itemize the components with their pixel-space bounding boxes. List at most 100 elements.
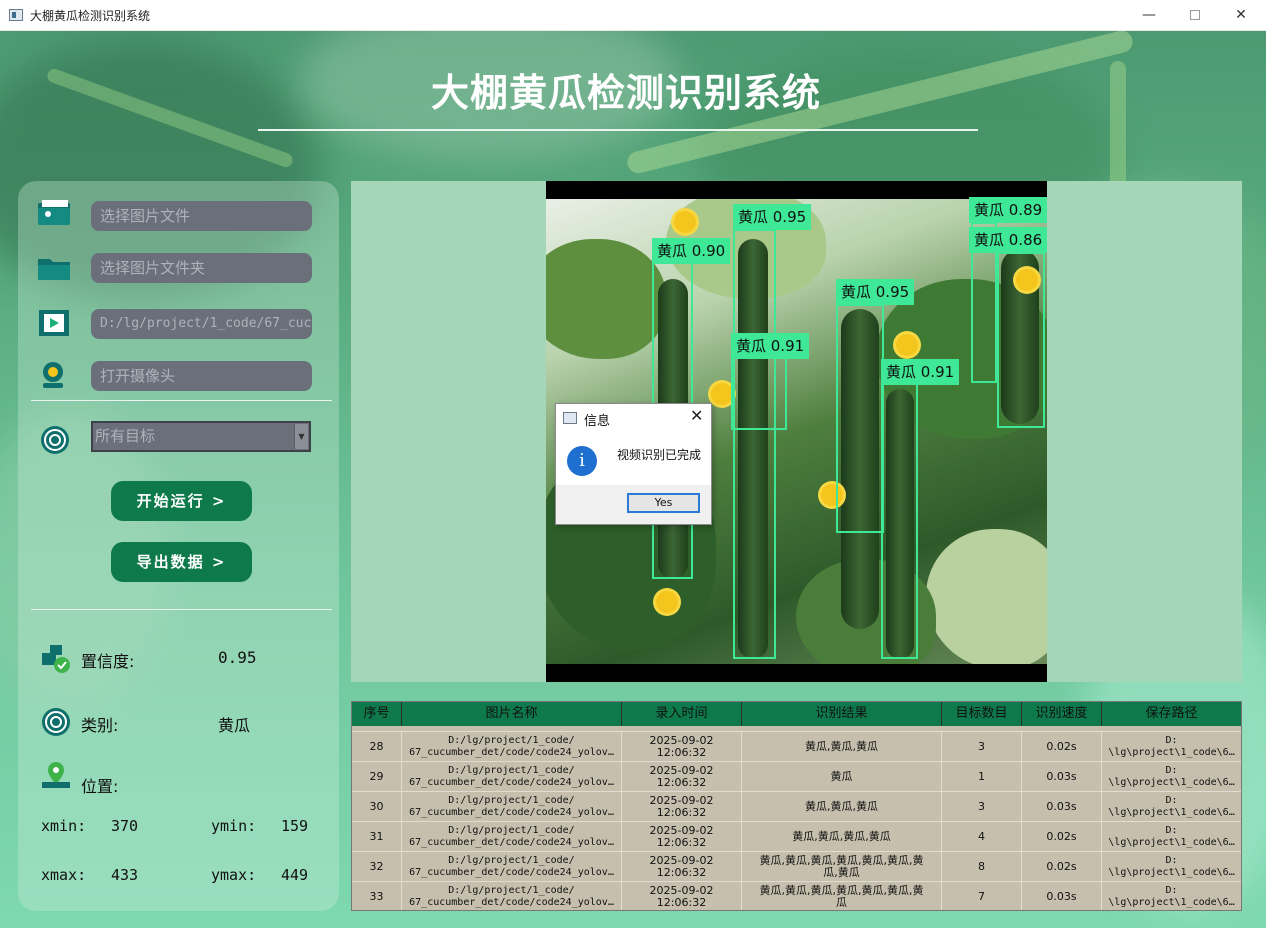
column-header[interactable]: 图片名称 (402, 702, 622, 726)
table-row[interactable]: 30 D:/lg/project/1_code/ 67_cucumber_det… (352, 791, 1241, 822)
image-folder-input[interactable]: 选择图片文件夹 (91, 253, 312, 283)
window-title: 大棚黄瓜检测识别系统 (30, 9, 151, 23)
cell-time: 2025-09-02 12:06:32 (622, 822, 742, 852)
xmax-value: 433 (111, 866, 139, 884)
app-title: 大棚黄瓜检测识别系统 (430, 71, 821, 115)
dialog-title: 信息 (584, 414, 611, 429)
results-table[interactable]: 序号 图片名称 录入时间 识别结果 目标数目 识别速度 保存路径 28 D:/l… (351, 701, 1242, 911)
cell-result: 黄瓜,黄瓜,黄瓜,黄瓜,黄瓜,黄瓜,黄 瓜 (742, 882, 942, 910)
cell-id: 30 (352, 792, 402, 822)
location-pin-icon (42, 762, 70, 788)
class-label: 类别: (81, 716, 119, 735)
maximize-icon (1190, 10, 1200, 20)
cell-count: 3 (942, 732, 1022, 762)
detection-label: 黄瓜 0.95 (733, 204, 812, 230)
detection-label: 黄瓜 0.86 (969, 227, 1048, 253)
folder-icon[interactable] (36, 253, 72, 283)
detection-label: 黄瓜 0.95 (836, 279, 915, 305)
column-header[interactable]: 识别结果 (742, 702, 942, 726)
table-header: 序号 图片名称 录入时间 识别结果 目标数目 识别速度 保存路径 (352, 702, 1241, 726)
close-icon[interactable]: ✕ (690, 406, 703, 425)
yes-button[interactable]: Yes (627, 493, 700, 513)
panel-divider (31, 400, 332, 401)
cell-speed: 0.03s (1022, 762, 1102, 792)
cell-speed: 0.02s (1022, 732, 1102, 762)
cell-time: 2025-09-02 12:06:32 (622, 882, 742, 910)
minimize-button[interactable]: — (1126, 0, 1172, 31)
cell-name: D:/lg/project/1_code/ 67_cucumber_det/co… (402, 762, 622, 792)
table-row[interactable]: 29 D:/lg/project/1_code/ 67_cucumber_det… (352, 761, 1241, 792)
detection-box (881, 383, 918, 659)
dialog-window-icon (563, 412, 577, 424)
export-button[interactable]: 导出数据 > (111, 542, 252, 582)
close-window-button[interactable]: ✕ (1218, 0, 1264, 31)
table-row[interactable]: 33 D:/lg/project/1_code/ 67_cucumber_det… (352, 881, 1241, 910)
cell-speed: 0.03s (1022, 882, 1102, 910)
camera-icon[interactable] (38, 360, 68, 390)
window-titlebar: 大棚黄瓜检测识别系统 — ✕ (0, 0, 1266, 31)
cell-result: 黄瓜,黄瓜,黄瓜,黄瓜 (742, 822, 942, 852)
detection-box (997, 252, 1045, 428)
class-icon (42, 708, 70, 736)
dialog-message: 视频识别已完成 (617, 448, 702, 462)
cell-speed: 0.02s (1022, 822, 1102, 852)
video-icon[interactable] (38, 309, 70, 337)
cell-path: D: \lg\project\1_code\6… (1108, 855, 1235, 878)
cell-name: D:/lg/project/1_code/ 67_cucumber_det/co… (402, 732, 622, 762)
cell-path: D: \lg\project\1_code\6… (1108, 885, 1235, 908)
target-select-value: 所有目标 (95, 427, 156, 445)
position-label: 位置: (81, 777, 119, 796)
title-divider (258, 129, 978, 131)
info-dialog: 信息 ✕ i 视频识别已完成 Yes (555, 403, 712, 525)
cell-time: 2025-09-02 12:06:32 (622, 732, 742, 762)
table-row[interactable]: 32 D:/lg/project/1_code/ 67_cucumber_det… (352, 851, 1241, 882)
detection-label: 黄瓜 0.91 (731, 333, 810, 359)
class-value: 黄瓜 (218, 716, 251, 735)
xmax-label: xmax: (41, 866, 87, 884)
confidence-icon (42, 645, 70, 673)
image-file-icon[interactable] (36, 199, 72, 229)
table-row[interactable]: 28 D:/lg/project/1_code/ 67_cucumber_det… (352, 731, 1241, 762)
camera-input[interactable]: 打开摄像头 (91, 361, 312, 391)
cell-id: 31 (352, 822, 402, 852)
info-icon: i (567, 446, 597, 476)
cell-id: 33 (352, 882, 402, 910)
confidence-label: 置信度: (81, 652, 135, 671)
cell-count: 7 (942, 882, 1022, 910)
video-file-input[interactable]: D:/lg/project/1_code/67_cuc (91, 309, 312, 339)
cell-speed: 0.02s (1022, 852, 1102, 882)
cell-path: D: \lg\project\1_code\6… (1108, 825, 1235, 848)
cell-result: 黄瓜 (742, 762, 942, 792)
column-header[interactable]: 保存路径 (1102, 702, 1241, 726)
maximize-button[interactable] (1172, 0, 1218, 31)
ymax-value: 449 (281, 866, 309, 884)
cell-name: D:/lg/project/1_code/ 67_cucumber_det/co… (402, 852, 622, 882)
column-header[interactable]: 录入时间 (622, 702, 742, 726)
column-header[interactable]: 目标数目 (942, 702, 1022, 726)
chevron-down-icon[interactable]: ▼ (294, 424, 308, 449)
cell-id: 29 (352, 762, 402, 792)
xmin-value: 370 (111, 817, 139, 835)
cell-result: 黄瓜,黄瓜,黄瓜,黄瓜,黄瓜,黄瓜,黄 瓜,黄瓜 (742, 852, 942, 882)
start-button[interactable]: 开始运行 > (111, 481, 252, 521)
column-header[interactable]: 序号 (352, 702, 402, 726)
cell-path: D: \lg\project\1_code\6… (1108, 795, 1235, 818)
cell-path: D: \lg\project\1_code\6… (1108, 735, 1235, 758)
target-select[interactable]: 所有目标 ▼ (91, 421, 311, 452)
detection-box (733, 229, 776, 659)
table-row[interactable]: 31 D:/lg/project/1_code/ 67_cucumber_det… (352, 821, 1241, 852)
detection-label: 黄瓜 0.89 (969, 197, 1048, 223)
cell-time: 2025-09-02 12:06:32 (622, 852, 742, 882)
cell-count: 8 (942, 852, 1022, 882)
detection-label: 黄瓜 0.90 (652, 238, 731, 264)
app-window-icon (9, 9, 23, 21)
cell-result: 黄瓜,黄瓜,黄瓜 (742, 792, 942, 822)
ymin-label: ymin: (211, 817, 257, 835)
ymax-label: ymax: (211, 866, 257, 884)
detection-box (731, 357, 787, 430)
cell-name: D:/lg/project/1_code/ 67_cucumber_det/co… (402, 822, 622, 852)
cell-result: 黄瓜,黄瓜,黄瓜 (742, 732, 942, 762)
column-header[interactable]: 识别速度 (1022, 702, 1102, 726)
image-file-input[interactable]: 选择图片文件 (91, 201, 312, 231)
cell-id: 32 (352, 852, 402, 882)
